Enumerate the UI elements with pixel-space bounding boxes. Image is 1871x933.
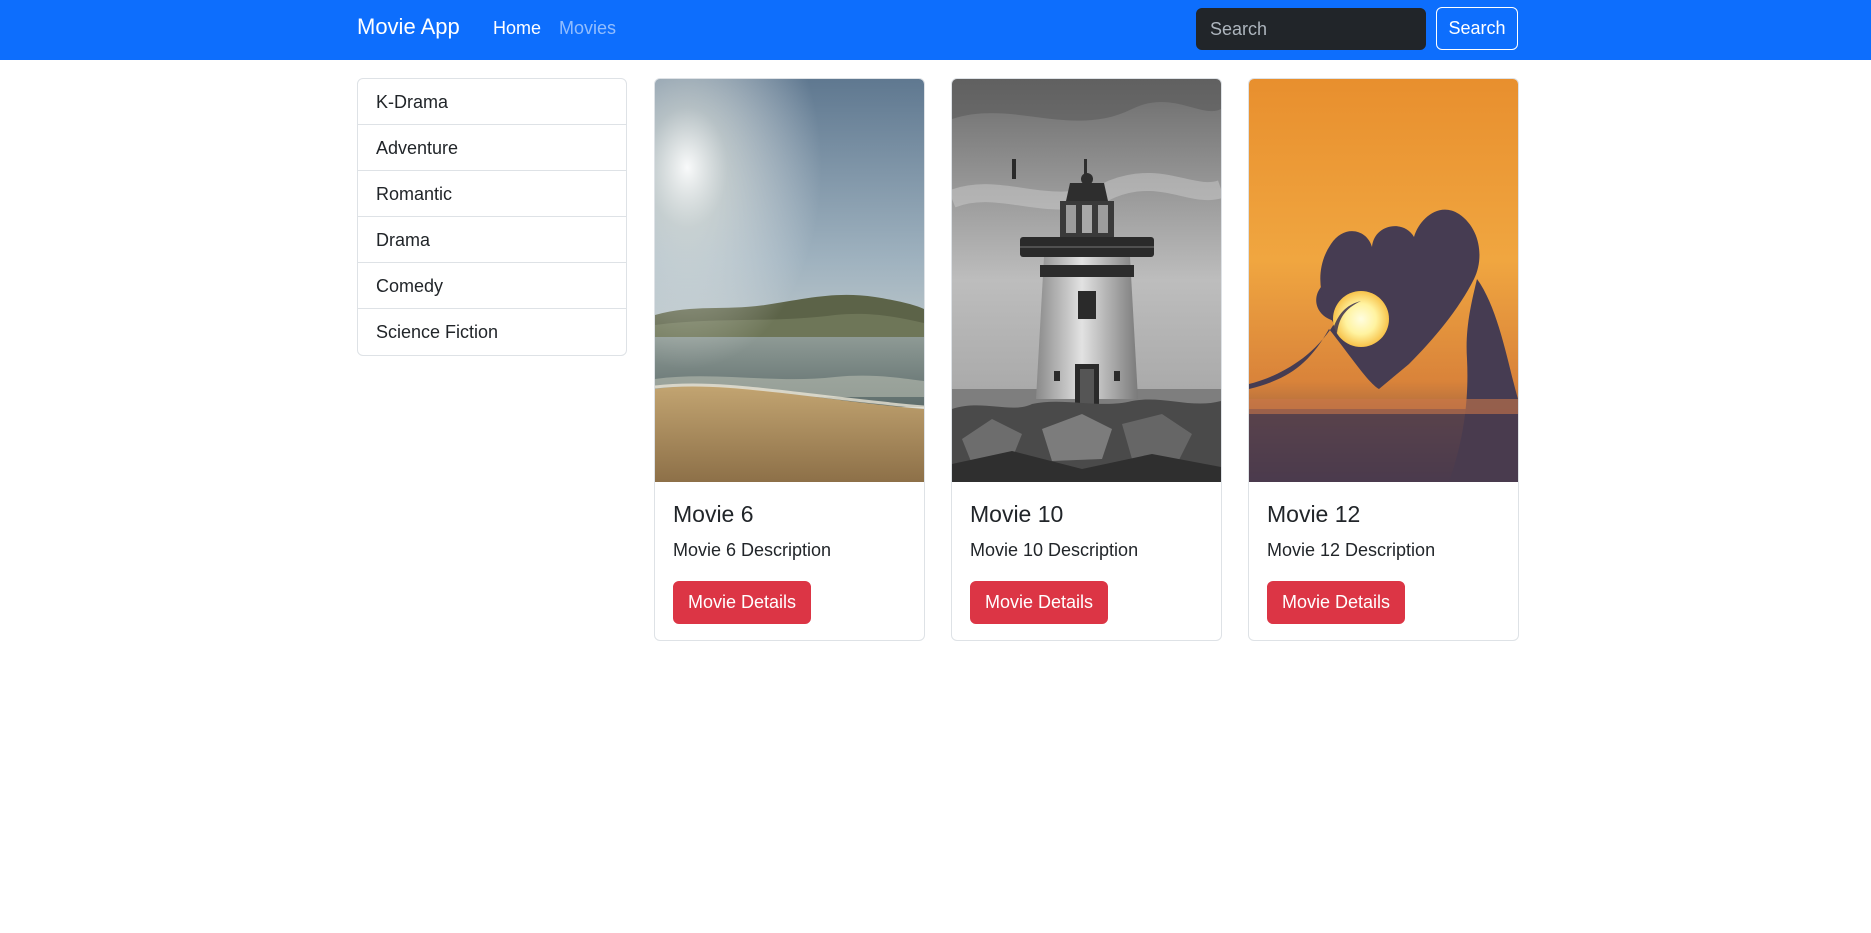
- movie-description: Movie 12 Description: [1267, 540, 1436, 560]
- movie-details-button[interactable]: Movie Details: [970, 581, 1108, 624]
- movie-details-button[interactable]: Movie Details: [673, 581, 811, 624]
- movie-title: Movie 6: [673, 501, 754, 527]
- category-item-drama[interactable]: Drama: [358, 217, 626, 263]
- search-button[interactable]: Search: [1436, 7, 1518, 50]
- movie-title: Movie 12: [1267, 501, 1361, 527]
- navbar: Movie App Home Movies Search: [0, 0, 1871, 60]
- category-item-k-drama[interactable]: K-Drama: [358, 79, 626, 125]
- category-item-science-fiction[interactable]: Science Fiction: [358, 309, 626, 355]
- category-item-comedy[interactable]: Comedy: [358, 263, 626, 309]
- nav-link-home[interactable]: Home: [493, 18, 541, 39]
- category-item-adventure[interactable]: Adventure: [358, 125, 626, 171]
- movie-poster-heart-sunset: [1249, 79, 1518, 482]
- movie-details-button[interactable]: Movie Details: [1267, 581, 1405, 624]
- movie-title: Movie 10: [970, 501, 1064, 527]
- movie-card: Movie 6 Movie 6 Description Movie Detail…: [654, 78, 925, 641]
- movie-description: Movie 6 Description: [673, 540, 832, 560]
- nav-link-movies[interactable]: Movies: [559, 18, 616, 39]
- movie-card: Movie 12 Movie 12 Description Movie Deta…: [1248, 78, 1519, 641]
- brand-link[interactable]: Movie App: [357, 14, 460, 40]
- category-item-romantic[interactable]: Romantic: [358, 171, 626, 217]
- movie-description: Movie 10 Description: [970, 540, 1139, 560]
- movie-card: Movie 10 Movie 10 Description Movie Deta…: [951, 78, 1222, 641]
- movie-poster-lighthouse: [952, 79, 1221, 482]
- category-list: K-Drama Adventure Romantic Drama Comedy …: [357, 78, 627, 356]
- search-input[interactable]: [1196, 8, 1426, 50]
- movie-poster-beach: [655, 79, 924, 482]
